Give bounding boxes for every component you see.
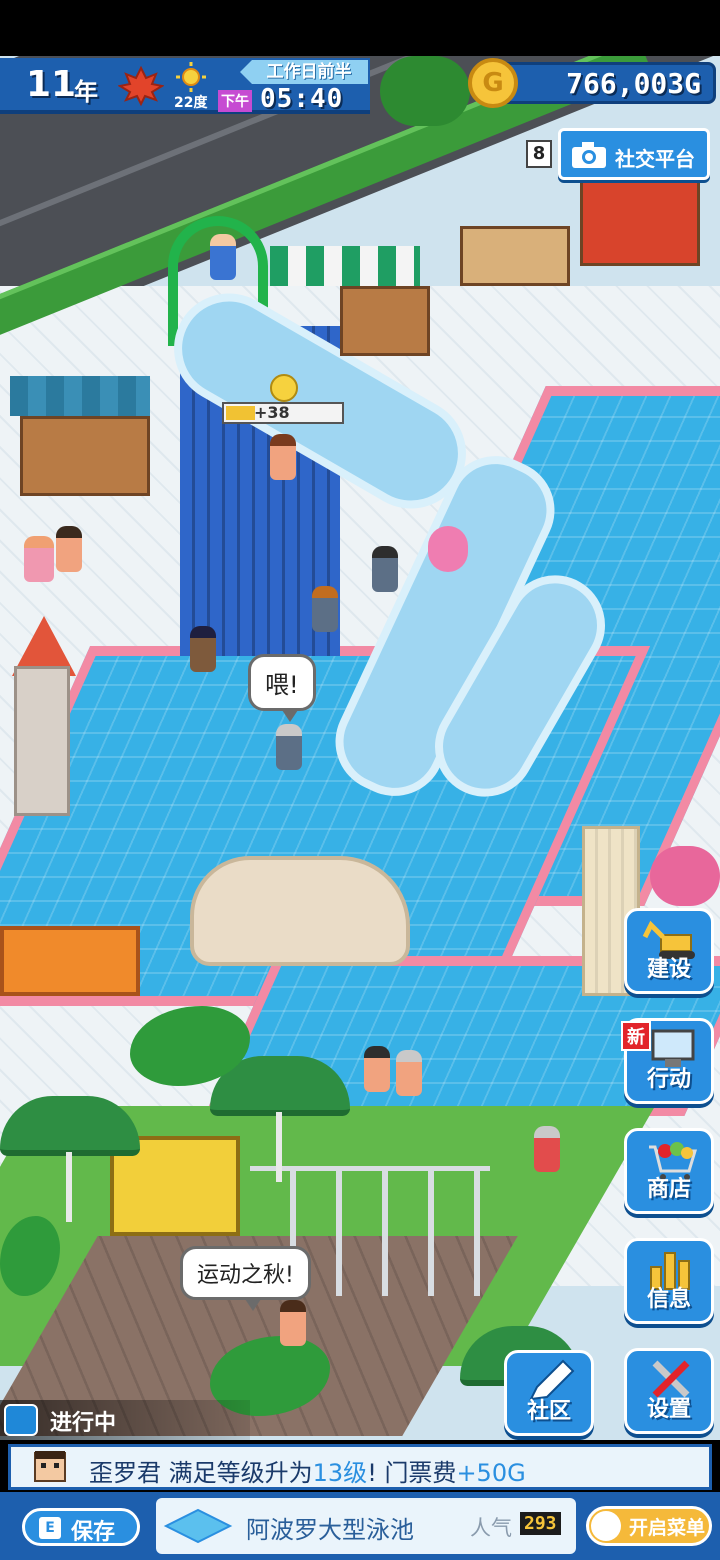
menu-label: 开启菜单	[629, 1517, 706, 1539]
clock: 05:40	[260, 84, 344, 114]
mood-face-icon	[270, 374, 298, 402]
speech-bubble: 喂!	[248, 654, 316, 722]
save-label: 保存	[71, 1520, 116, 1545]
day-period: 工作日前半	[240, 60, 368, 84]
orange-shop[interactable]	[0, 926, 140, 996]
popularity-value: 293	[520, 1512, 561, 1535]
guest[interactable]	[364, 1046, 390, 1092]
character-face-icon	[34, 1451, 66, 1482]
menu-toggle[interactable]: 开启菜单	[586, 1506, 712, 1546]
deck-chairs[interactable]	[460, 226, 570, 286]
bulb-icon	[4, 1404, 38, 1436]
park-name: 阿波罗大型泳池	[246, 1516, 414, 1544]
community-label: 社区	[526, 1399, 571, 1424]
date-panel: 11 年 22度 工作日前半 下午 05:40	[0, 58, 370, 114]
snack-stand-awning	[270, 246, 420, 286]
shop-label: 商店	[646, 1177, 691, 1202]
social-button[interactable]: 社交平台	[558, 128, 710, 180]
guest[interactable]	[312, 586, 338, 632]
tree	[380, 56, 470, 126]
action-label: 行动	[646, 1067, 691, 1092]
pool-icon	[163, 1508, 233, 1544]
guest[interactable]	[372, 546, 398, 592]
news-fee: +50G	[456, 1459, 526, 1487]
park-info[interactable]: 阿波罗大型泳池 人气 293	[156, 1498, 576, 1554]
game-world[interactable]: +38 喂! 运动之秋!	[0, 56, 720, 1440]
snack-stand[interactable]	[340, 286, 430, 356]
castle-tower[interactable]	[14, 666, 70, 816]
guest[interactable]	[280, 1300, 306, 1346]
news-name: 歪罗君	[89, 1459, 161, 1487]
guest[interactable]	[534, 1126, 560, 1172]
popularity-label: 人气	[470, 1516, 512, 1540]
ampm-badge: 下午	[218, 90, 252, 112]
progress-label: 进行中	[50, 1411, 117, 1436]
sun-icon	[176, 62, 206, 92]
settings-label: 设置	[646, 1397, 691, 1422]
progress-chip[interactable]: 进行中	[0, 1400, 250, 1440]
info-button[interactable]: 信息	[624, 1238, 714, 1324]
flower-bush	[650, 846, 720, 906]
gift-shop[interactable]	[20, 416, 150, 496]
build-button[interactable]: 建设	[624, 908, 714, 994]
excitement-gauge: +38	[222, 402, 344, 424]
toggle-knob	[591, 1511, 621, 1541]
shell-rock[interactable]	[190, 856, 410, 966]
shop-button[interactable]: 商店	[624, 1128, 714, 1214]
settings-button[interactable]: 设置	[624, 1348, 714, 1434]
news-part1: 满足等级升为	[161, 1459, 313, 1487]
news-text: 歪罗君 满足等级升为13级! 门票费+50G	[89, 1453, 526, 1488]
guest-pink-float[interactable]	[428, 526, 468, 572]
lifeguard[interactable]	[210, 234, 236, 280]
guest[interactable]	[270, 434, 296, 480]
gift-shop-roof	[10, 376, 150, 416]
community-button[interactable]: 社区	[504, 1350, 594, 1436]
info-label: 信息	[646, 1287, 691, 1312]
gauge-fill	[226, 406, 255, 420]
temperature: 22度	[174, 95, 208, 111]
year-number: 11	[26, 64, 77, 105]
camera-icon	[572, 142, 606, 168]
news-level: 13级	[312, 1459, 368, 1487]
gold-amount: 766,003G	[566, 67, 701, 100]
save-icon: E	[39, 1517, 61, 1539]
gauge-value: +38	[254, 403, 290, 422]
maple-leaf-icon	[118, 66, 164, 106]
gold-coin-icon: G	[468, 58, 518, 108]
build-label: 建设	[646, 957, 691, 982]
news-ticker[interactable]: 歪罗君 满足等级升为13级! 门票费+50G	[8, 1444, 712, 1490]
guest[interactable]	[56, 526, 82, 572]
guest[interactable]	[24, 536, 54, 582]
guest[interactable]	[190, 626, 216, 672]
new-badge: 新	[621, 1021, 651, 1051]
save-button[interactable]: E 保存	[22, 1508, 140, 1546]
social-label: 社交平台	[615, 147, 695, 171]
bottom-bar: E 保存 阿波罗大型泳池 人气 293 开启菜单	[0, 1492, 720, 1560]
action-button[interactable]: 新 行动	[621, 1018, 714, 1104]
status-bar	[0, 0, 720, 56]
guest[interactable]	[396, 1050, 422, 1096]
speech-bubble: 运动之秋!	[180, 1246, 311, 1311]
year-unit: 年	[74, 78, 98, 106]
news-part2: ! 门票费	[367, 1459, 457, 1487]
guest[interactable]	[276, 724, 302, 770]
photo-count: 8	[526, 140, 552, 168]
